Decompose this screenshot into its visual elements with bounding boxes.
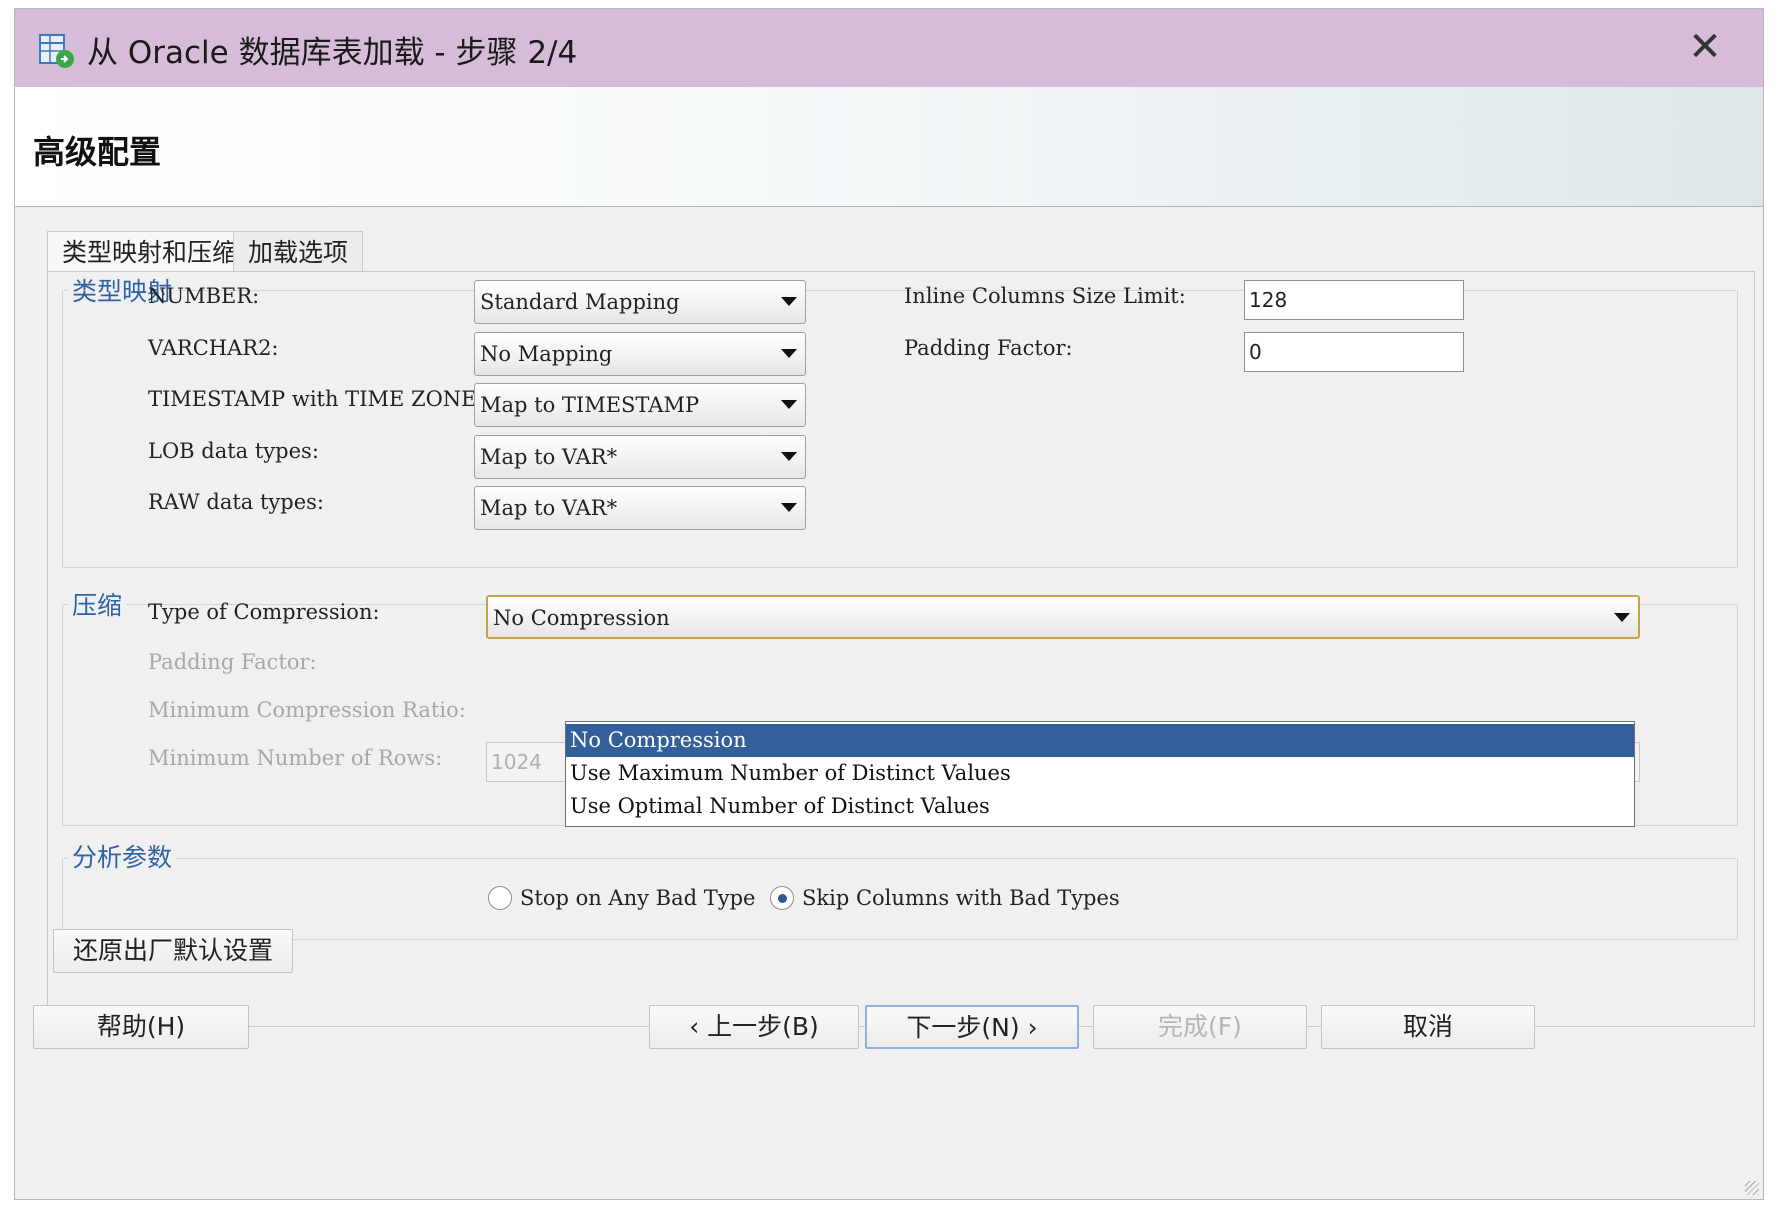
title-bar[interactable]: 从 Oracle 数据库表加载 - 步骤 2/4 ✕ [15, 9, 1763, 87]
compression-options-list: No Compression Use Maximum Number of Dis… [565, 721, 1635, 827]
back-button[interactable]: ‹ 上一步(B) [649, 1005, 859, 1049]
chevron-down-icon [781, 400, 797, 409]
lob-types-label: LOB data types: [148, 439, 319, 463]
finish-button: 完成(F) [1093, 1005, 1307, 1049]
skip-bad-type-columns-radio[interactable] [770, 886, 794, 910]
number-mapping-value: Standard Mapping [480, 290, 680, 314]
timestamp-tz-mapping-select[interactable]: Map to TIMESTAMP [474, 383, 806, 427]
cancel-button[interactable]: 取消 [1321, 1005, 1535, 1049]
option-max-distinct-values[interactable]: Use Maximum Number of Distinct Values [566, 757, 1634, 790]
window-title: 从 Oracle 数据库表加载 - 步骤 2/4 [87, 35, 578, 71]
stop-on-bad-type-label[interactable]: Stop on Any Bad Type [520, 886, 755, 910]
analysis-parameters-legend: 分析参数 [68, 838, 177, 874]
padding-factor-label: Padding Factor: [904, 336, 1073, 360]
compression-legend: 压缩 [68, 586, 127, 622]
skip-bad-type-columns-label[interactable]: Skip Columns with Bad Types [802, 886, 1120, 910]
next-button[interactable]: 下一步(N) › [865, 1005, 1079, 1049]
varchar2-mapping-value: No Mapping [480, 342, 613, 366]
tab-type-mapping-compression[interactable]: 类型映射和压缩 [47, 231, 253, 273]
tab-load-options[interactable]: 加载选项 [233, 231, 364, 273]
number-mapping-select[interactable]: Standard Mapping [474, 280, 806, 324]
min-compression-ratio-label: Minimum Compression Ratio: [148, 698, 466, 722]
padding-factor-input[interactable]: 0 [1244, 332, 1464, 372]
close-icon[interactable]: ✕ [1685, 27, 1725, 67]
raw-types-label: RAW data types: [148, 490, 325, 514]
timestamp-tz-mapping-value: Map to TIMESTAMP [480, 393, 700, 417]
stop-on-bad-type-radio[interactable] [488, 886, 512, 910]
varchar2-label: VARCHAR2: [148, 336, 279, 360]
varchar2-mapping-select[interactable]: No Mapping [474, 332, 806, 376]
compression-type-value: No Compression [493, 606, 670, 630]
min-number-of-rows-label: Minimum Number of Rows: [148, 746, 443, 770]
compression-type-label: Type of Compression: [148, 600, 380, 624]
raw-types-mapping-select[interactable]: Map to VAR* [474, 486, 806, 530]
dialog-window: 从 Oracle 数据库表加载 - 步骤 2/4 ✕ 高级配置 类型映射和压缩 … [14, 8, 1764, 1200]
compression-padding-factor-label: Padding Factor: [148, 650, 317, 674]
page-title: 高级配置 [33, 133, 162, 171]
restore-defaults-button[interactable]: 还原出厂默认设置 [53, 929, 293, 973]
chevron-down-icon [781, 452, 797, 461]
timestamp-tz-label: TIMESTAMP with TIME ZONE: [148, 387, 484, 411]
number-label: NUMBER: [148, 284, 260, 308]
wizard-table-load-icon [37, 31, 77, 71]
inline-columns-size-limit-input[interactable]: 128 [1244, 280, 1464, 320]
help-button[interactable]: 帮助(H) [33, 1005, 249, 1049]
tab-content-panel: 类型映射 NUMBER: Standard Mapping VARCHAR2: … [47, 271, 1755, 1027]
compression-type-select[interactable]: No Compression [486, 595, 1640, 639]
lob-types-mapping-value: Map to VAR* [480, 445, 618, 469]
resize-grip[interactable] [1745, 1181, 1759, 1195]
chevron-down-icon [1614, 613, 1630, 622]
page-header: 高级配置 [15, 87, 1763, 207]
option-no-compression[interactable]: No Compression [566, 724, 1634, 757]
chevron-down-icon [781, 349, 797, 358]
type-mapping-group [62, 290, 1738, 568]
lob-types-mapping-select[interactable]: Map to VAR* [474, 435, 806, 479]
inline-columns-size-limit-label: Inline Columns Size Limit: [904, 284, 1186, 308]
chevron-down-icon [781, 297, 797, 306]
option-optimal-distinct-values[interactable]: Use Optimal Number of Distinct Values [566, 790, 1634, 823]
raw-types-mapping-value: Map to VAR* [480, 496, 618, 520]
chevron-down-icon [781, 503, 797, 512]
